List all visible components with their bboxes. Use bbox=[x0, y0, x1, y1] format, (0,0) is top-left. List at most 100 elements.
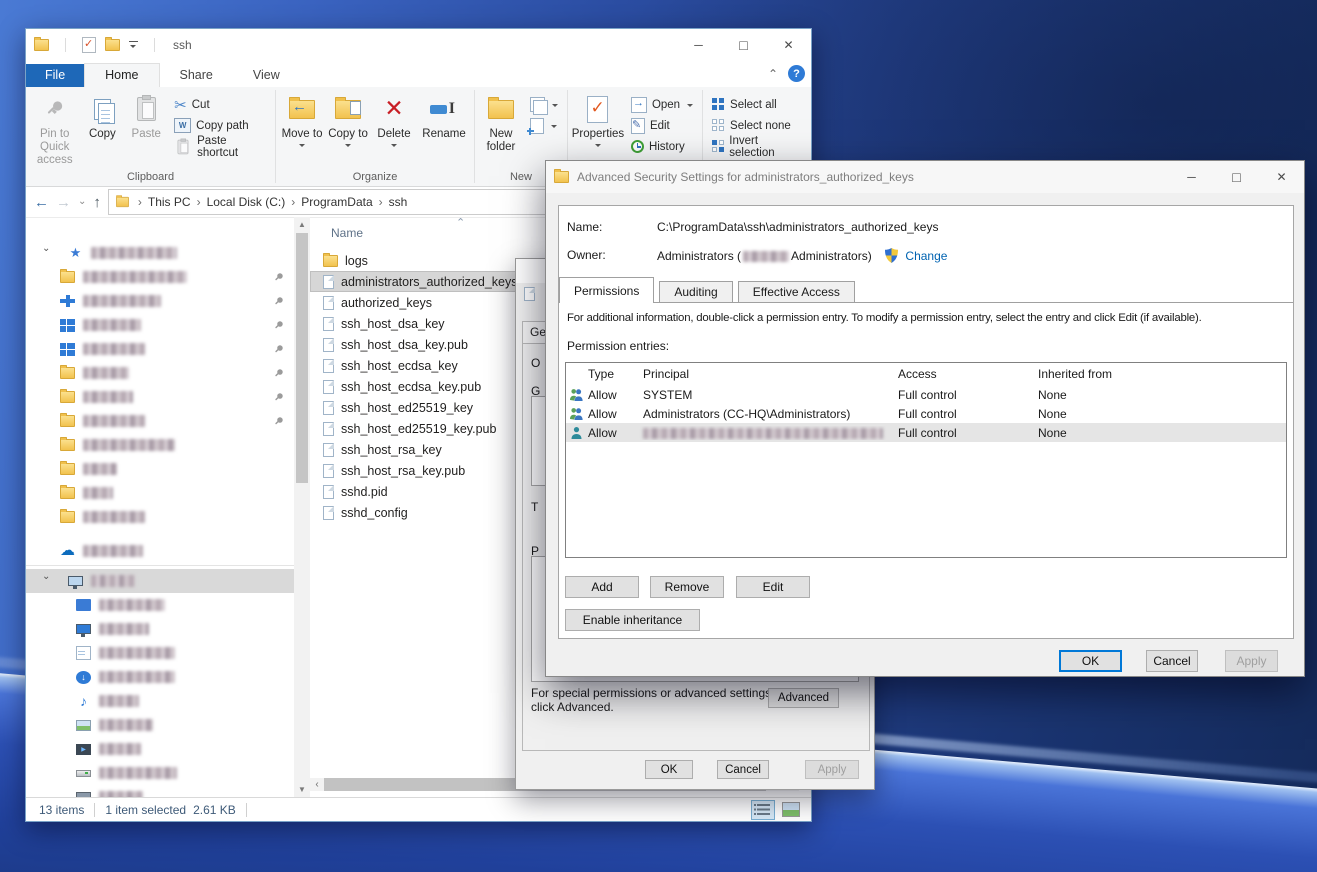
maximize-button[interactable] bbox=[721, 29, 766, 61]
cancel-button[interactable]: Cancel bbox=[1146, 650, 1198, 672]
minimize-button[interactable] bbox=[1169, 161, 1214, 193]
help-icon[interactable]: ? bbox=[788, 65, 805, 82]
sidebar-item[interactable] bbox=[26, 539, 294, 563]
sidebar-item[interactable] bbox=[26, 385, 294, 409]
customize-toolbar-icon[interactable] bbox=[129, 41, 138, 49]
remove-button[interactable]: Remove bbox=[650, 576, 724, 598]
sidebar-item[interactable] bbox=[26, 593, 294, 617]
sidebar-item[interactable] bbox=[26, 337, 294, 361]
open-button[interactable]: Open bbox=[625, 94, 699, 115]
sidebar-item[interactable] bbox=[26, 409, 294, 433]
explorer-titlebar[interactable]: ssh bbox=[26, 29, 811, 61]
permission-row[interactable]: AllowAdministrators (CC-HQ\Administrator… bbox=[566, 404, 1286, 423]
collapse-ribbon-icon[interactable] bbox=[768, 71, 778, 77]
sidebar-item[interactable] bbox=[26, 481, 294, 505]
file-row[interactable]: administrators_authorized_keys bbox=[310, 271, 537, 292]
paste-shortcut-button[interactable]: Paste shortcut bbox=[168, 136, 272, 157]
permission-row[interactable]: AllowSYSTEMFull controlNone bbox=[566, 385, 1286, 404]
breadcrumb-item[interactable]: ssh bbox=[389, 195, 408, 209]
new-folder-button[interactable]: New folder bbox=[478, 90, 524, 157]
sidebar-item[interactable] bbox=[26, 505, 294, 529]
scrollbar-thumb[interactable] bbox=[296, 233, 308, 483]
paste-button[interactable]: Paste bbox=[124, 90, 168, 144]
copy-path-button[interactable]: W Copy path bbox=[168, 115, 272, 136]
ok-button[interactable]: OK bbox=[645, 760, 693, 779]
tab-auditing[interactable]: Auditing bbox=[659, 281, 732, 303]
forward-icon[interactable]: → bbox=[56, 195, 71, 210]
sidebar-item[interactable] bbox=[26, 241, 294, 265]
apply-button[interactable]: Apply bbox=[805, 760, 859, 779]
maximize-button[interactable] bbox=[1214, 161, 1259, 193]
close-button[interactable] bbox=[766, 29, 811, 61]
history-button[interactable]: History bbox=[625, 136, 699, 157]
column-access[interactable]: Access bbox=[893, 367, 1033, 381]
up-icon[interactable]: ↑ bbox=[93, 195, 101, 210]
sidebar-item[interactable] bbox=[26, 737, 294, 761]
sidebar-item[interactable] bbox=[26, 713, 294, 737]
sidebar-item[interactable] bbox=[26, 457, 294, 481]
properties-button[interactable]: Properties bbox=[571, 90, 625, 153]
sidebar-item[interactable] bbox=[26, 641, 294, 665]
add-button[interactable]: Add bbox=[565, 576, 639, 598]
back-icon[interactable]: ← bbox=[34, 195, 49, 210]
sort-ascending-icon[interactable]: ⌃ bbox=[456, 217, 465, 229]
dialog-titlebar[interactable]: Advanced Security Settings for administr… bbox=[546, 161, 1304, 193]
move-to-button[interactable]: Move to bbox=[279, 90, 325, 153]
tab-view[interactable]: View bbox=[233, 64, 300, 87]
permission-row[interactable]: AllowFull controlNone bbox=[566, 423, 1286, 442]
scroll-down-icon[interactable]: ▼ bbox=[294, 782, 310, 797]
column-principal[interactable]: Principal bbox=[638, 367, 893, 381]
easy-access-button[interactable] bbox=[524, 115, 564, 136]
enable-inheritance-button[interactable]: Enable inheritance bbox=[565, 609, 700, 631]
details-view-button[interactable] bbox=[751, 800, 775, 820]
select-none-button[interactable]: Select none bbox=[706, 115, 808, 136]
invert-selection-button[interactable]: Invert selection bbox=[706, 136, 808, 157]
apply-button[interactable]: Apply bbox=[1225, 650, 1278, 672]
breadcrumb-item[interactable]: ProgramData bbox=[301, 195, 372, 209]
sidebar-item[interactable] bbox=[26, 665, 294, 689]
new-item-button[interactable] bbox=[524, 94, 564, 115]
minimize-button[interactable] bbox=[676, 29, 721, 61]
breadcrumb-item[interactable]: This PC bbox=[148, 195, 191, 209]
edit-button[interactable]: Edit bbox=[625, 115, 699, 136]
properties-quick-icon[interactable] bbox=[82, 37, 96, 53]
sidebar-item[interactable] bbox=[26, 689, 294, 713]
tab-permissions[interactable]: Permissions bbox=[559, 277, 654, 303]
sidebar-item[interactable] bbox=[26, 289, 294, 313]
tab-file[interactable]: File bbox=[26, 64, 84, 87]
column-inherited-from[interactable]: Inherited from bbox=[1033, 367, 1286, 381]
select-all-button[interactable]: Select all bbox=[706, 94, 808, 115]
ok-button[interactable]: OK bbox=[1059, 650, 1122, 672]
tab-effective-access[interactable]: Effective Access bbox=[738, 281, 855, 303]
sidebar-item[interactable] bbox=[26, 617, 294, 641]
cancel-button[interactable]: Cancel bbox=[717, 760, 769, 779]
sidebar-item[interactable] bbox=[26, 433, 294, 457]
delete-button[interactable]: Delete bbox=[371, 90, 417, 153]
column-type[interactable]: Type bbox=[586, 367, 638, 381]
breadcrumb-item[interactable]: Local Disk (C:) bbox=[207, 195, 286, 209]
edit-button[interactable]: Edit bbox=[736, 576, 810, 598]
sidebar-item[interactable] bbox=[26, 569, 294, 593]
rename-button[interactable]: Rename bbox=[417, 90, 471, 144]
new-folder-quick-icon[interactable] bbox=[105, 39, 120, 51]
cut-button[interactable]: Cut bbox=[168, 94, 272, 115]
tab-home[interactable]: Home bbox=[84, 63, 159, 87]
sidebar-scrollbar[interactable]: ▲ ▼ bbox=[294, 217, 310, 797]
sidebar-item[interactable] bbox=[26, 265, 294, 289]
change-owner-link[interactable]: Change bbox=[905, 249, 947, 263]
copy-button[interactable]: Copy bbox=[80, 90, 124, 144]
column-header-name[interactable]: Name bbox=[331, 226, 363, 240]
scroll-up-icon[interactable]: ▲ bbox=[294, 217, 310, 232]
tab-share[interactable]: Share bbox=[160, 64, 233, 87]
scroll-left-icon[interactable]: ‹ bbox=[310, 778, 324, 791]
recent-locations-icon[interactable]: ⌄ bbox=[78, 197, 86, 207]
close-button[interactable] bbox=[1259, 161, 1304, 193]
sidebar-item[interactable] bbox=[26, 361, 294, 385]
sidebar-item[interactable] bbox=[26, 313, 294, 337]
thumbnails-view-button[interactable] bbox=[779, 800, 803, 820]
copy-to-button[interactable]: Copy to bbox=[325, 90, 371, 153]
sidebar-item[interactable] bbox=[26, 761, 294, 785]
sidebar-item[interactable] bbox=[26, 785, 294, 797]
pin-to-quick-access-button[interactable]: Pin to Quick access bbox=[29, 90, 80, 170]
advanced-button[interactable]: Advanced bbox=[768, 688, 839, 708]
